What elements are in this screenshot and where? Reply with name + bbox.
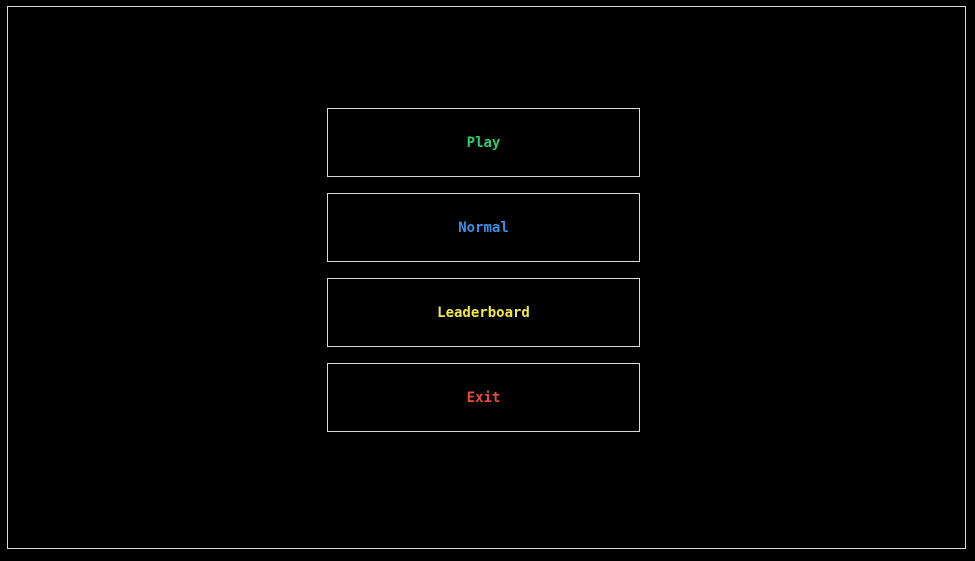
game-screen: Play Normal Leaderboard Exit xyxy=(0,0,975,561)
play-button[interactable]: Play xyxy=(327,108,640,177)
play-button-label: Play xyxy=(466,134,501,151)
leaderboard-button-label: Leaderboard xyxy=(437,304,530,321)
difficulty-mode-label: Normal xyxy=(458,219,509,236)
exit-button-label: Exit xyxy=(466,389,501,406)
exit-button[interactable]: Exit xyxy=(327,363,640,432)
leaderboard-button[interactable]: Leaderboard xyxy=(327,278,640,347)
difficulty-mode-button[interactable]: Normal xyxy=(327,193,640,262)
